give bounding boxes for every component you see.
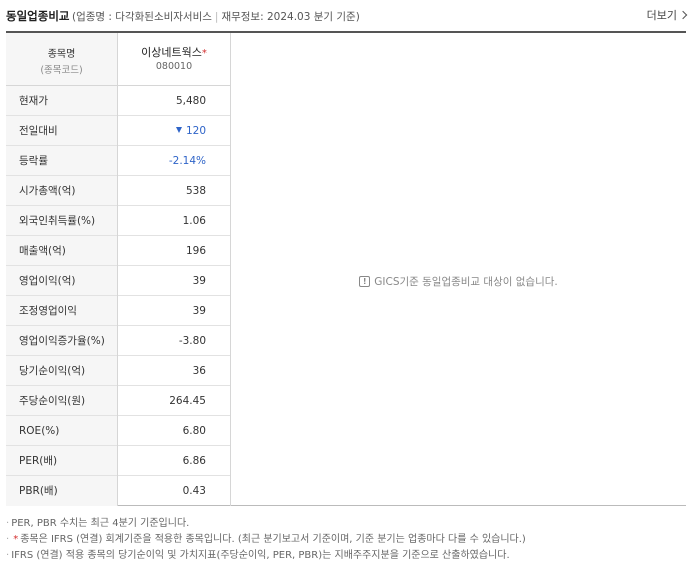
bullet: · [6,518,10,529]
label-header-cell: 종목명 (종목코드) [6,33,117,86]
footnote-1: · PER, PBR 수치는 최근 4분기 기준입니다. [6,516,690,532]
stock-name-link[interactable]: 이상네트웍스 [141,46,202,59]
label-subheader: (종목코드) [40,65,83,76]
empty-comparison-area: ! GICS기준 동일업종비교 대상이 없습니다. [231,33,686,506]
footnote-2-text: 종목은 IFRS (연결) 회계기준을 적용한 종목입니다. (최근 분기보고서… [20,534,526,545]
value-current-price: 5,480 [118,86,230,116]
chevron-right-icon [678,10,688,20]
more-label: 더보기 [646,9,677,22]
row-label-roe: ROE(%) [6,416,117,446]
footnotes: · PER, PBR 수치는 최근 4분기 기준입니다. · * 종목은 IFRS (… [6,516,690,564]
value-net-income: 36 [118,356,230,386]
value-operating-profit: 39 [118,266,230,296]
value-pbr: 0.43 [182,485,206,497]
row-label-current-price: 현재가 [6,86,117,116]
section-title: 동일업종비교 [6,9,70,23]
bullet: · [6,550,10,561]
label-column: 종목명 (종목코드) 현재가 전일대비 등락률 시가총액(억) 외국인취득률(%… [6,33,118,506]
value-revenue: 196 [118,236,230,266]
value-per: 6.86 [118,446,230,476]
row-label-net-income: 당기순이익(억) [6,356,117,386]
row-label-foreign-ratio: 외국인취득률(%) [6,206,117,236]
row-label-adjusted-operating-profit: 조정영업이익 [6,296,117,326]
triangle-down-icon [175,127,182,133]
row-label-change: 전일대비 [6,116,117,146]
value-change-rate: -2.14% [118,146,230,176]
value-market-cap: 538 [118,176,230,206]
ifrs-star-marker: * [13,534,19,545]
fin-info: 재무정보: 2024.03 분기 기준 [221,11,356,23]
value-eps: 264.45 [118,386,230,416]
industry-label: 업종명 : 다각화된소비자서비스 [76,11,212,23]
row-label-pbr: PBR(배) [19,485,58,497]
exclamation-box-icon: ! [359,276,371,287]
stock-header-cell: 이상네트웍스* 080010 [118,33,230,86]
footnote-3-text: IFRS (연결) 적용 종목의 당기순이익 및 가치지표(주당순이익, PER… [11,550,510,561]
value-change: 120 [185,125,206,137]
row-label-eps: 주당순이익(원) [6,386,117,416]
bullet: · [6,534,10,545]
value-foreign-ratio: 1.06 [118,206,230,236]
row-label-revenue: 매출액(억) [6,236,117,266]
comparison-table: 종목명 (종목코드) 현재가 전일대비 등락률 시가총액(억) 외국인취득률(%… [6,31,686,506]
row-label-operating-profit: 영업이익(억) [6,266,117,296]
stock-code: 080010 [155,61,193,72]
empty-message: ! GICS기준 동일업종비교 대상이 없습니다. [231,274,686,289]
footnote-2: · * 종목은 IFRS (연결) 회계기준을 적용한 종목입니다. (최근 분기보… [6,532,690,548]
row-label-operating-growth: 영업이익증가율(%) [6,326,117,356]
value-change-cell: 120 [118,116,230,146]
value-roe: 6.80 [118,416,230,446]
ifrs-star-marker: * [201,48,207,59]
row-label-change-rate: 등락률 [6,146,117,176]
paren-close: ) [355,11,360,23]
empty-message-text: GICS기준 동일업종비교 대상이 없습니다. [374,276,558,288]
value-operating-growth: -3.80 [118,326,230,356]
stock-name-line: 이상네트웍스* [118,44,230,60]
footnote-3: · IFRS (연결) 적용 종목의 당기순이익 및 가치지표(주당순이익, PE… [6,548,690,564]
value-adjusted-operating-profit: 39 [118,296,230,326]
label-header: 종목명 [47,49,76,60]
section-subinfo: (업종명 : 다각화된소비자서비스 | 재무정보: 2024.03 분기 기준) [72,9,360,24]
row-label-per: PER(배) [6,446,117,476]
stock-column: 이상네트웍스* 080010 5,480 120 -2.14% 538 1.06… [118,33,231,506]
footnote-1-text: PER, PBR 수치는 최근 4분기 기준입니다. [11,518,190,529]
row-label-market-cap: 시가총액(억) [6,176,117,206]
section-header: 동일업종비교 (업종명 : 다각화된소비자서비스 | 재무정보: 2024.03 분… [6,7,688,25]
more-link[interactable]: 더보기 [646,7,688,23]
